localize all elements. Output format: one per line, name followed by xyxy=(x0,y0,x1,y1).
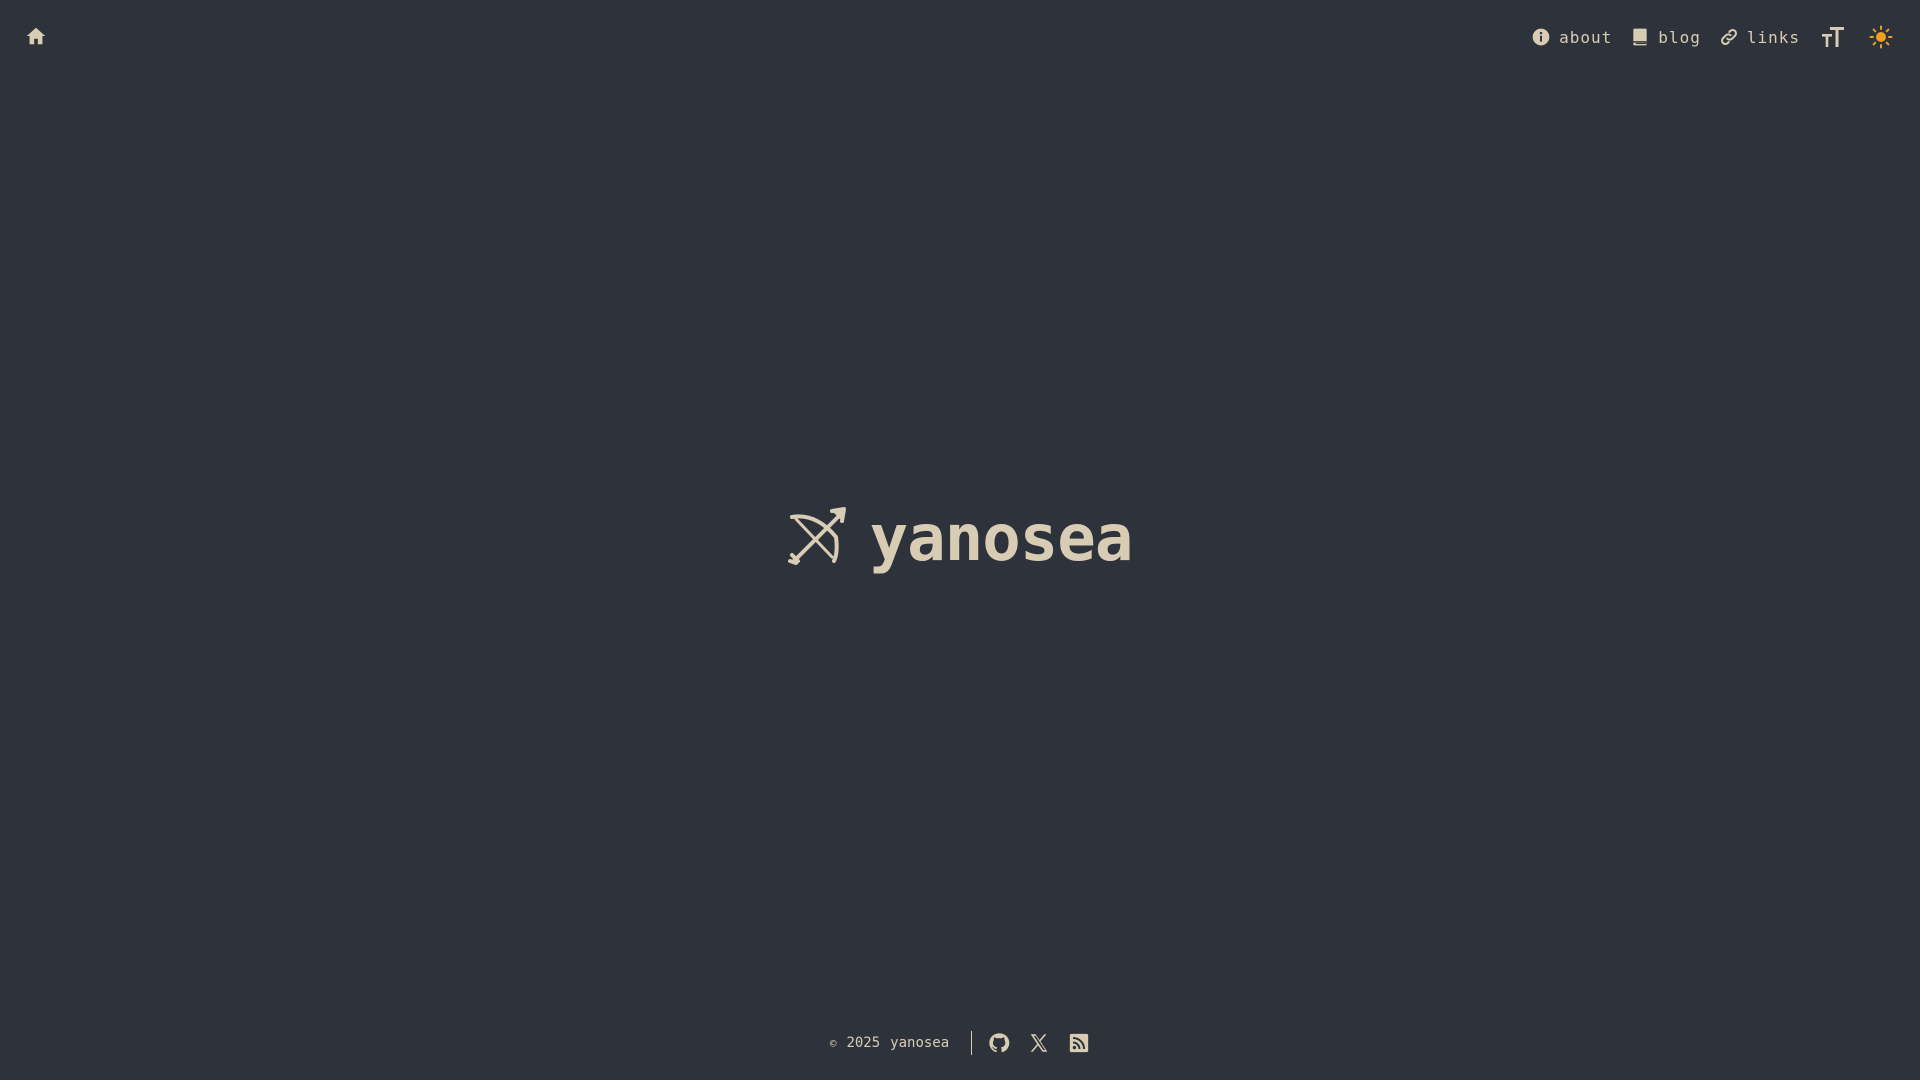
book-icon xyxy=(1633,28,1647,46)
rss-link[interactable] xyxy=(1068,1032,1090,1054)
nav-blog-label: blog xyxy=(1658,27,1701,47)
github-icon xyxy=(989,1033,1010,1053)
font-size-button[interactable] xyxy=(1818,22,1848,52)
copyright-symbol: © xyxy=(829,1036,837,1050)
home-icon xyxy=(26,27,46,45)
link-icon xyxy=(1720,29,1737,45)
copyright: © 2025 yanosea xyxy=(830,1035,971,1051)
page: about blog links yanosea © 2025 yanosea xyxy=(0,0,1920,1080)
site-footer: © 2025 yanosea xyxy=(0,1028,1920,1058)
info-icon xyxy=(1532,28,1550,46)
footer-divider xyxy=(971,1031,973,1055)
nav-blog-link[interactable]: blog xyxy=(1630,27,1701,47)
sun-icon xyxy=(1869,25,1893,49)
x-icon xyxy=(1030,1034,1048,1052)
site-header: about blog links xyxy=(0,0,1920,72)
x-link[interactable] xyxy=(1028,1032,1050,1054)
copyright-owner: yanosea xyxy=(890,1035,950,1051)
home-link[interactable] xyxy=(22,22,50,50)
copyright-year: 2025 xyxy=(846,1035,881,1051)
nav-links-label: links xyxy=(1746,27,1800,47)
theme-toggle-button[interactable] xyxy=(1866,22,1896,52)
github-link[interactable] xyxy=(988,1032,1010,1054)
main-nav: about blog links xyxy=(1531,22,1896,52)
nav-about-link[interactable]: about xyxy=(1531,27,1612,47)
social-links xyxy=(988,1032,1090,1054)
text-size-icon xyxy=(1822,27,1844,47)
nav-links-link[interactable]: links xyxy=(1719,27,1800,47)
bow-arrow-icon xyxy=(787,507,846,565)
rss-icon xyxy=(1070,1033,1089,1053)
hero: yanosea xyxy=(0,490,1920,580)
site-title: yanosea xyxy=(869,502,1134,576)
nav-about-label: about xyxy=(1559,27,1613,47)
